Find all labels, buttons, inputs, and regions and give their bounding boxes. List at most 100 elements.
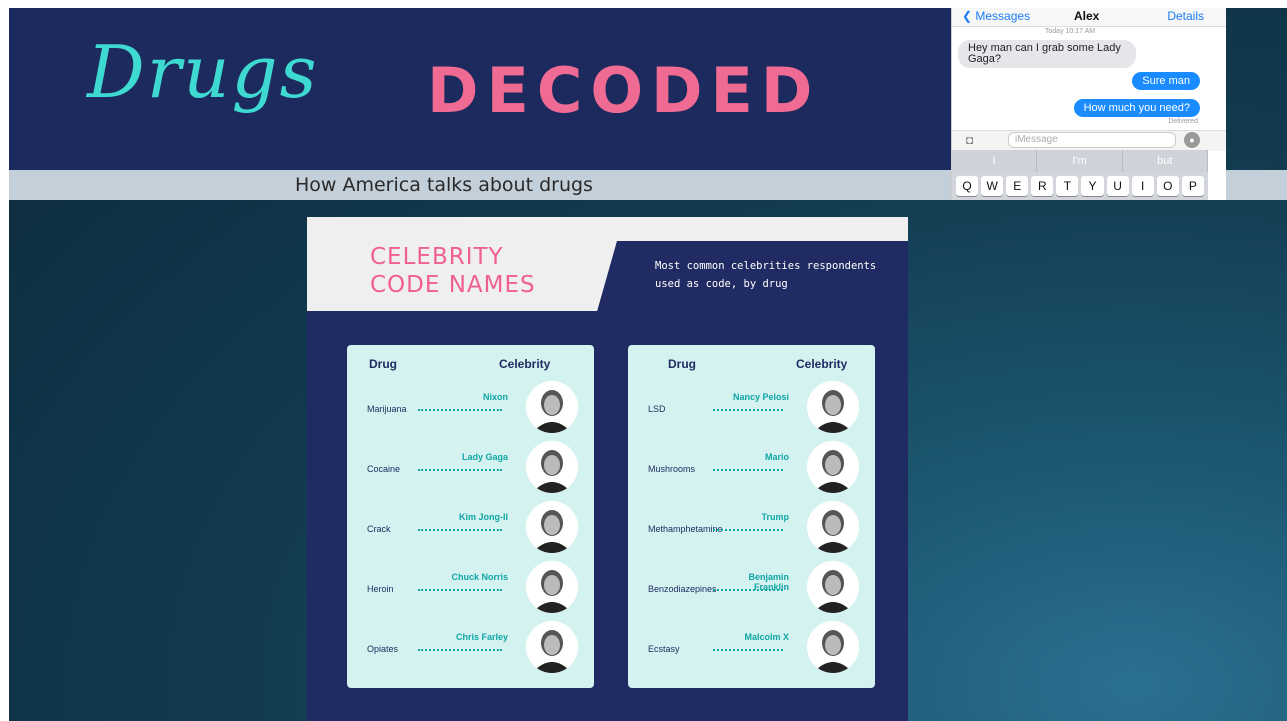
- phone-timestamp: Today 10:17 AM: [1044, 28, 1096, 35]
- celebrity-portrait: [526, 501, 578, 553]
- celebrity-name: Mario: [764, 452, 789, 462]
- celebrity-name: Nancy Pelosi: [732, 392, 789, 402]
- portrait-icon: [526, 501, 578, 553]
- celebrity-name: Lady Gaga: [461, 452, 508, 462]
- drug-name: Mushrooms: [648, 464, 696, 474]
- celebrity-portrait: [807, 441, 859, 493]
- key: U: [1106, 176, 1129, 196]
- suggestion: I: [952, 150, 1038, 172]
- header-banner: Drugs DECODED: [9, 8, 951, 170]
- key: E: [1006, 176, 1029, 196]
- subtitle: How America talks about drugs: [295, 174, 593, 196]
- column-header-celebrity: Celebrity: [499, 357, 551, 371]
- celebrity-portrait: [807, 381, 859, 433]
- celebrity-portrait: [807, 561, 859, 613]
- drug-name: LSD: [648, 404, 666, 414]
- portrait-icon: [807, 381, 859, 433]
- keyboard-row: Q W E R T Y U I O P: [952, 172, 1208, 200]
- incoming-message: Hey man can I grab some Lady Gaga?: [958, 40, 1136, 68]
- back-label: Messages: [975, 9, 1031, 23]
- suggestion: but: [1123, 150, 1208, 172]
- table-row: Opiates Chris Farley: [347, 619, 594, 679]
- celebrity-portrait: [526, 621, 578, 673]
- infographic-description: Most common celebrities respondents used…: [655, 260, 877, 290]
- camera-icon: ◘: [966, 133, 974, 147]
- drug-name: Ecstasy: [648, 644, 680, 654]
- phone-screenshot: ❮ Messages Alex Details Today 10:17 AM H…: [951, 8, 1226, 200]
- microphone-icon: ●: [1184, 132, 1200, 148]
- portrait-icon: [526, 561, 578, 613]
- table-row: Heroin Chuck Norris: [347, 559, 594, 619]
- dotted-leader: [418, 469, 502, 471]
- delivered-label: Delivered: [1168, 118, 1198, 125]
- table-row: Methamphetamine Trump: [628, 499, 875, 559]
- table-row: Cocaine Lady Gaga: [347, 439, 594, 499]
- portrait-icon: [526, 441, 578, 493]
- slide: Drugs DECODED How America talks about dr…: [9, 8, 1287, 721]
- portrait-icon: [526, 381, 578, 433]
- title-line: CODE NAMES: [370, 272, 536, 298]
- dotted-leader: [713, 649, 783, 651]
- key: T: [1056, 176, 1079, 196]
- outgoing-message: Sure man: [1132, 72, 1200, 90]
- phone-contact-name: Alex: [1074, 9, 1100, 23]
- key: P: [1181, 176, 1204, 196]
- key: Y: [1081, 176, 1104, 196]
- table-row: LSD Nancy Pelosi: [628, 379, 875, 439]
- dotted-leader: [418, 649, 502, 651]
- key: O: [1156, 176, 1179, 196]
- celebrity-name: Chris Farley: [455, 632, 508, 642]
- dotted-leader: [713, 529, 783, 531]
- message-input: iMessage: [1008, 132, 1176, 148]
- drug-name: Opiates: [367, 644, 399, 654]
- celebrity-name: Chuck Norris: [451, 572, 508, 582]
- key: I: [1131, 176, 1154, 196]
- celebrity-portrait: [526, 561, 578, 613]
- title-block: DECODED: [427, 54, 821, 127]
- column-header-celebrity: Celebrity: [796, 357, 848, 371]
- infographic: CELEBRITY CODE NAMES Most common celebri…: [307, 217, 908, 721]
- column-header-drug: Drug: [369, 357, 397, 371]
- suggestion: I'm: [1037, 150, 1123, 172]
- portrait-icon: [807, 561, 859, 613]
- dotted-leader: [713, 469, 783, 471]
- dotted-leader: [713, 589, 783, 591]
- portrait-icon: [807, 441, 859, 493]
- outgoing-message: How much you need?: [1073, 99, 1200, 117]
- dotted-leader: [418, 409, 502, 411]
- celebrity-name: Malcolm X: [744, 632, 789, 642]
- infographic-title: CELEBRITY CODE NAMES: [370, 243, 536, 299]
- drug-name: Heroin: [367, 584, 394, 594]
- celebrity-portrait: [526, 381, 578, 433]
- key: R: [1031, 176, 1054, 196]
- portrait-icon: [526, 621, 578, 673]
- phone-back-button: ❮ Messages: [962, 9, 1031, 23]
- title-line: CELEBRITY: [370, 244, 504, 270]
- table-row: Benzodiazepines Benjamin Franklin: [628, 559, 875, 619]
- drug-name: Methamphetamine: [648, 524, 723, 534]
- dotted-leader: [418, 589, 502, 591]
- keyboard-suggestions: I I'm but: [952, 150, 1208, 172]
- column-header-drug: Drug: [668, 357, 696, 371]
- celebrity-name: Trump: [761, 512, 789, 522]
- celebrity-name: Kim Jong-Il: [459, 512, 508, 522]
- key: Q: [956, 176, 979, 196]
- title-script: Drugs: [87, 30, 319, 114]
- portrait-icon: [807, 621, 859, 673]
- celebrity-portrait: [807, 501, 859, 553]
- drug-name: Marijuana: [367, 404, 407, 414]
- celebrity-portrait: [526, 441, 578, 493]
- phone-details-link: Details: [1167, 9, 1204, 23]
- celebrity-portrait: [807, 621, 859, 673]
- key: W: [981, 176, 1004, 196]
- table-row: Crack Kim Jong-Il: [347, 499, 594, 559]
- celebrity-name: Nixon: [482, 392, 508, 402]
- table-row: Marijuana Nixon: [347, 379, 594, 439]
- portrait-icon: [807, 501, 859, 553]
- left-panel: Drug Celebrity Marijuana Nixon Cocaine Lady…: [347, 345, 594, 688]
- drug-name: Crack: [367, 524, 391, 534]
- dotted-leader: [418, 529, 502, 531]
- table-row: Mushrooms Mario: [628, 439, 875, 499]
- right-panel: Drug Celebrity LSD Nancy Pelosi Mushrooms M…: [628, 345, 875, 688]
- dotted-leader: [713, 409, 783, 411]
